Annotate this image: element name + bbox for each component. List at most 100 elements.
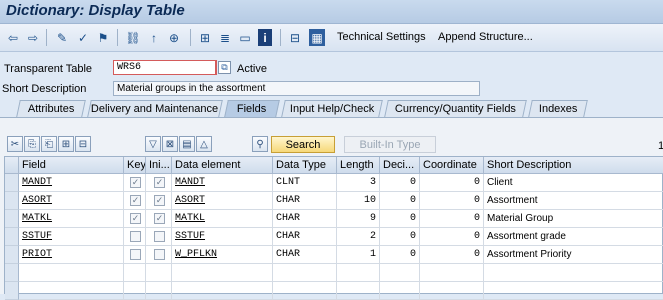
key-checkbox[interactable]: ✓ [130,213,141,224]
technical-settings-button[interactable]: Technical Settings [337,31,426,43]
row-selector[interactable] [5,228,19,246]
initial-checkbox[interactable]: ✓ [146,174,172,192]
field-cell[interactable]: MANDT [19,174,124,192]
initial-checkbox[interactable] [154,231,165,242]
table-name-field[interactable]: WRS6 [113,60,217,75]
decimals-cell[interactable]: 0 [380,228,420,246]
contents-icon[interactable]: ▦ [309,29,325,46]
length-cell[interactable]: 2 [337,228,380,246]
initial-checkbox[interactable]: ✓ [146,192,172,210]
structure-icon[interactable]: ⊟ [288,29,302,46]
info-icon[interactable]: i [258,29,272,46]
key-checkbox[interactable] [124,228,146,246]
column-header-decimals[interactable]: Deci... [380,157,420,174]
data-element-cell[interactable]: MATKL [172,210,273,228]
tab-indexes[interactable]: Indexes [528,100,588,117]
initial-checkbox[interactable]: ✓ [154,177,165,188]
key-checkbox[interactable]: ✓ [124,210,146,228]
key-checkbox[interactable] [130,231,141,242]
data-element-cell[interactable]: W_PFLKN [172,246,273,264]
key-checkbox[interactable] [124,246,146,264]
object-list-icon[interactable]: ↑ [147,29,161,46]
data-element-cell[interactable]: MANDT [172,174,273,192]
copy-icon[interactable]: ⎘ [24,136,40,152]
short-description-cell[interactable]: Assortment Priority [484,246,663,264]
field-cell[interactable]: SSTUF [19,228,124,246]
back-arrow-icon[interactable]: ⇦ [6,29,20,46]
row-selector[interactable] [5,210,19,228]
key-checkbox[interactable] [130,249,141,260]
decimals-cell[interactable]: 0 [380,246,420,264]
data-type-cell[interactable]: CHAR [273,228,337,246]
insert-row-icon[interactable]: ⊞ [58,136,74,152]
data-type-cell[interactable]: CLNT [273,174,337,192]
check-icon[interactable]: ✓ [76,29,90,46]
data-type-cell[interactable]: CHAR [273,210,337,228]
where-used-icon[interactable]: ⛓ [125,29,140,46]
coordinate-cell[interactable]: 0 [420,174,484,192]
search-button[interactable]: Search [271,136,335,153]
decimals-cell[interactable]: 0 [380,210,420,228]
key-checkbox[interactable]: ✓ [124,192,146,210]
initial-checkbox[interactable]: ✓ [146,210,172,228]
field-cell[interactable]: ASORT [19,192,124,210]
append-structure-button[interactable]: Append Structure... [438,31,533,43]
row-selector[interactable] [5,264,19,282]
initial-checkbox[interactable]: ✓ [154,195,165,206]
initial-checkbox[interactable] [146,228,172,246]
coordinate-cell[interactable]: 0 [420,228,484,246]
decimals-cell[interactable]: 0 [380,174,420,192]
field-cell[interactable]: MATKL [19,210,124,228]
display-object-icon[interactable]: ▭ [238,29,252,46]
data-element-cell[interactable]: SSTUF [172,228,273,246]
table-lookup-icon[interactable]: ⧉ [218,61,231,74]
coordinate-cell[interactable]: 0 [420,210,484,228]
column-header-short-description[interactable]: Short Description [484,157,663,174]
key-checkbox[interactable]: ✓ [130,177,141,188]
length-cell[interactable]: 1 [337,246,380,264]
field-cell[interactable]: PRIOT [19,246,124,264]
column-header-coordinate[interactable]: Coordinate [420,157,484,174]
sort-icon[interactable]: ▽ [145,136,161,152]
data-element-cell[interactable]: ASORT [172,192,273,210]
row-selector[interactable] [5,282,19,300]
paste-icon[interactable]: ⎗ [41,136,57,152]
hierarchy-icon[interactable]: ⊞ [198,29,212,46]
tab-currency-quantity-fields[interactable]: Currency/Quantity Fields [384,100,527,117]
filter-icon[interactable]: ⊠ [162,136,178,152]
short-description-cell[interactable]: Assortment grade [484,228,663,246]
coordinate-cell[interactable]: 0 [420,192,484,210]
coordinate-cell[interactable]: 0 [420,246,484,264]
activate-icon[interactable]: ⚑ [96,29,110,46]
data-type-cell[interactable]: CHAR [273,192,337,210]
length-cell[interactable]: 3 [337,174,380,192]
column-header-initial[interactable]: Ini... [146,157,172,174]
tab-delivery-maintenance[interactable]: Delivery and Maintenance [87,100,223,117]
decimals-cell[interactable]: 0 [380,192,420,210]
forward-arrow-icon[interactable]: ⇨ [26,29,40,46]
built-in-type-button[interactable]: Built-In Type [344,136,436,153]
delete-row-icon[interactable]: ⊟ [75,136,91,152]
initial-checkbox[interactable] [146,246,172,264]
navigation-icon[interactable]: ⊕ [166,29,182,46]
tab-attributes[interactable]: Attributes [16,100,86,117]
tab-fields[interactable]: Fields [224,100,280,117]
select-all-header[interactable] [5,157,19,174]
short-description-cell[interactable]: Material Group [484,210,663,228]
length-cell[interactable]: 10 [337,192,380,210]
print-icon[interactable]: ≣ [218,29,232,46]
row-selector[interactable] [5,174,19,192]
short-description-cell[interactable]: Client [484,174,663,192]
details-icon[interactable]: ▤ [179,136,195,152]
key-checkbox[interactable]: ✓ [130,195,141,206]
initial-checkbox[interactable]: ✓ [154,213,165,224]
display-change-icon[interactable]: ✎ [55,29,69,46]
row-selector[interactable] [5,246,19,264]
column-header-key[interactable]: Key [124,157,146,174]
column-header-length[interactable]: Length [337,157,380,174]
short-description-cell[interactable]: Assortment [484,192,663,210]
initial-checkbox[interactable] [154,249,165,260]
cut-icon[interactable]: ✂ [7,136,23,152]
collapse-icon[interactable]: △ [196,136,212,152]
length-cell[interactable]: 9 [337,210,380,228]
